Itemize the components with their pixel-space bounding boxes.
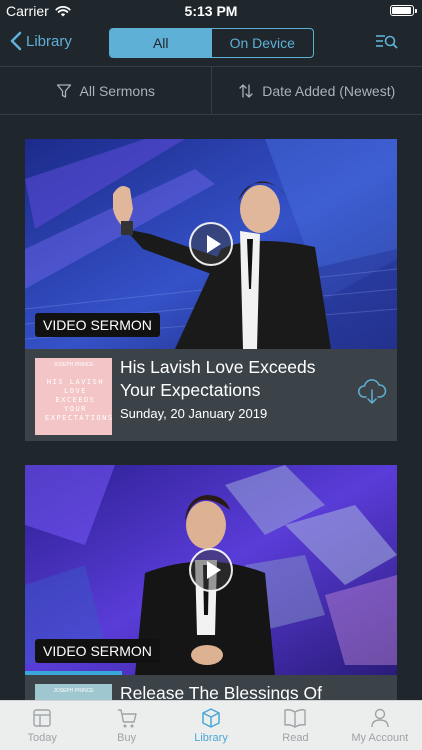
book-icon	[284, 709, 307, 728]
tab-bar: Today Buy Library Read My Account	[0, 700, 422, 750]
tab-library[interactable]: Library	[169, 701, 253, 750]
tab-read[interactable]: Read	[253, 701, 337, 750]
back-label: Library	[26, 32, 72, 50]
nav-bar: Library All On Device	[0, 22, 422, 66]
video-thumbnail[interactable]: VIDEO SERMON	[25, 465, 397, 675]
chevron-left-icon	[10, 31, 22, 51]
back-button[interactable]: Library	[10, 31, 72, 51]
tab-label: Read	[282, 732, 309, 744]
search-list-button[interactable]	[374, 32, 398, 57]
battery-icon	[390, 5, 417, 16]
tab-label: My Account	[351, 732, 409, 744]
cloud-download-icon	[358, 379, 387, 404]
sort-label: Date Added (Newest)	[262, 82, 396, 99]
segment-on-device[interactable]: On Device	[212, 29, 314, 57]
filter-icon	[56, 83, 71, 98]
search-list-icon	[376, 35, 398, 49]
tab-label: Buy	[117, 732, 137, 744]
cover-author: JOSEPH PRINCE	[53, 688, 94, 694]
sermon-cover-art: JOSEPH PRINCE HIS LAVISH LOVE EXCEEDS YO…	[35, 358, 112, 435]
tab-my-account[interactable]: My Account	[338, 701, 422, 750]
tab-buy[interactable]: Buy	[84, 701, 168, 750]
segment-control: All On Device	[109, 28, 314, 58]
play-button[interactable]	[189, 548, 233, 592]
sermon-title: His Lavish Love Exceeds Your Expectation…	[120, 357, 316, 400]
video-sermon-badge: VIDEO SERMON	[35, 639, 160, 663]
filter-button[interactable]: All Sermons	[0, 67, 211, 114]
status-time: 5:13 PM	[184, 3, 238, 19]
segment-all[interactable]: All	[110, 29, 212, 57]
cover-title: HIS LAVISH LOVE EXCEEDS YOUR EXPECTATION…	[45, 378, 114, 422]
sort-icon	[239, 83, 253, 98]
download-button[interactable]	[357, 379, 387, 410]
tab-today[interactable]: Today	[0, 701, 84, 750]
video-thumbnail[interactable]: VIDEO SERMON	[25, 139, 397, 349]
play-button[interactable]	[189, 222, 233, 266]
tab-label: Today	[27, 732, 57, 744]
status-right	[390, 5, 417, 16]
status-bar: Carrier 5:13 PM	[0, 0, 422, 22]
sermon-card[interactable]: VIDEO SERMON JOSEPH PRINCE HIS LAVISH LO…	[25, 139, 397, 441]
card-info: JOSEPH PRINCE HIS LAVISH LOVE EXCEEDS YO…	[25, 349, 397, 441]
tab-label: Library	[194, 732, 228, 744]
filter-label: All Sermons	[79, 82, 155, 99]
library-icon	[202, 708, 220, 728]
today-icon	[33, 709, 51, 727]
sermon-date: Sunday, 20 January 2019	[120, 406, 268, 421]
sort-button[interactable]: Date Added (Newest)	[210, 67, 422, 114]
account-icon	[371, 708, 389, 728]
sermon-card[interactable]: VIDEO SERMON JOSEPH PRINCE Release The B…	[25, 465, 397, 705]
filter-bar: All Sermons Date Added (Newest)	[0, 66, 422, 115]
video-sermon-badge: VIDEO SERMON	[35, 313, 160, 337]
cover-author: JOSEPH PRINCE	[53, 362, 94, 368]
cart-icon	[117, 709, 137, 728]
